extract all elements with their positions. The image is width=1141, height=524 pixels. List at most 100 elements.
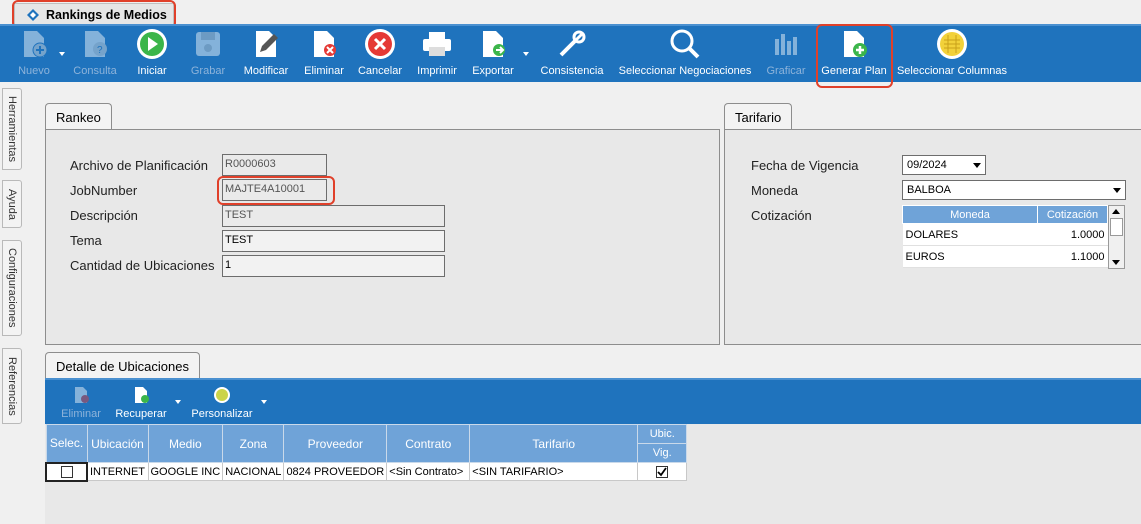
scroll-up-icon[interactable] [1112,209,1120,214]
tab-tarifario[interactable]: Tarifario [724,103,793,130]
cell-ubicacion: INTERNET [86,462,149,481]
table-row[interactable]: INTERNET GOOGLE INC NACIONAL 0824 PROVEE… [45,461,688,482]
tab-detalle-ubicaciones[interactable]: Detalle de Ubicaciones [45,352,200,379]
col-header-contrato[interactable]: Contrato [386,424,471,463]
moneda-label: Moneda [751,183,798,198]
moneda-value: BALBOA [907,184,952,196]
table-row[interactable]: DOLARES 1.0000 [902,223,1108,246]
personalizar-button[interactable]: Personalizar [188,380,256,424]
eliminar-button[interactable]: Eliminar [302,26,346,84]
row-select-cell[interactable] [45,461,88,482]
cell-medio: GOOGLE INC [147,462,224,481]
recuperar-dropdown-caret[interactable] [175,400,181,404]
exportar-button[interactable]: Exportar [468,26,518,84]
app-logo-icon [27,9,39,21]
tab-rankeo-label: Rankeo [56,110,101,125]
scroll-thumb[interactable] [1110,218,1123,236]
rankeo-panel: Archivo de Planificación R0000603 JobNum… [45,129,720,345]
query-document-icon: ? [85,31,107,57]
side-tab-referencias[interactable]: Referencias [2,348,22,424]
cell-ubic-vig[interactable] [637,462,688,481]
add-document-icon [844,31,867,57]
detalle-eliminar-label: Eliminar [61,408,101,420]
generar-plan-button[interactable]: Generar Plan [818,26,890,84]
ubic-vig-checkbox[interactable] [656,465,669,478]
nuevo-button[interactable]: Nuevo [14,26,54,84]
col-header-zona[interactable]: Zona [222,424,285,463]
cot-header-moneda[interactable]: Moneda [902,205,1038,224]
jobnumber-field[interactable]: MAJTE4A10001 [222,179,327,201]
descripcion-label: Descripción [70,208,138,223]
play-icon [137,29,167,59]
side-tab-configuraciones[interactable]: Configuraciones [2,240,22,336]
cantidad-label: Cantidad de Ubicaciones [70,258,215,273]
cot-header-cotizacion[interactable]: Cotización [1037,205,1108,224]
col-header-selec[interactable]: Selec. [45,424,88,463]
col-header-medio[interactable]: Medio [147,424,224,463]
archivo-label: Archivo de Planificación [70,158,209,173]
col-header-tarifario[interactable]: Tarifario [469,424,639,463]
window-tab-title: Rankings de Medios [46,8,167,22]
cell-tarifario: <SIN TARIFARIO> [469,462,639,481]
side-tab-label: Herramientas [6,95,18,163]
eliminar-label: Eliminar [304,65,344,77]
edit-pencil-icon [256,31,278,57]
app-window: Rankings de Medios Nuevo ? Consulta Inic… [0,0,1141,524]
side-tab-herramientas[interactable]: Herramientas [2,88,22,170]
printer-icon [423,32,451,56]
nuevo-dropdown-caret[interactable] [59,52,65,56]
magnifier-icon [670,29,700,59]
cotizacion-label: Cotización [751,208,812,223]
archivo-field[interactable]: R0000603 [222,154,327,176]
side-tab-label: Configuraciones [6,248,18,328]
cancelar-button[interactable]: Cancelar [356,26,404,84]
detalle-eliminar-button[interactable]: Eliminar [59,380,103,424]
iniciar-button[interactable]: Iniciar [132,26,172,84]
personalizar-dropdown-caret[interactable] [261,400,267,404]
side-tab-label: Ayuda [6,188,18,220]
consistencia-button[interactable]: Consistencia [538,26,606,84]
col-header-ubic[interactable]: Ubic. [637,424,688,444]
row-select-checkbox[interactable] [60,465,73,478]
side-tab-ayuda[interactable]: Ayuda [2,180,22,228]
seleccionar-columnas-button[interactable]: Seleccionar Columnas [897,26,1007,84]
cell-proveedor: 0824 PROVEEDOR [283,462,388,481]
delete-document-icon [75,387,89,403]
bar-chart-icon [775,34,797,55]
graficar-button[interactable]: Graficar [763,26,809,84]
scroll-down-icon[interactable] [1112,260,1120,265]
imprimir-button[interactable]: Imprimir [414,26,460,84]
fecha-vigencia-select[interactable]: 09/2024 [902,155,986,175]
tarifario-panel: Fecha de Vigencia 09/2024 Moneda BALBOA … [724,129,1141,345]
cell-zona: NACIONAL [222,462,285,481]
customize-icon [214,387,230,403]
recover-document-icon [135,387,149,403]
moneda-select[interactable]: BALBOA [902,180,1126,200]
new-document-icon [24,31,48,58]
modificar-label: Modificar [243,65,289,77]
exportar-label: Exportar [472,65,514,77]
tab-detalle-label: Detalle de Ubicaciones [56,359,189,374]
cantidad-field[interactable]: 1 [222,255,445,277]
recuperar-button[interactable]: Recuperar [111,380,171,424]
col-header-vig[interactable]: Vig. [637,443,688,463]
cotizacion-scrollbar[interactable] [1108,205,1125,269]
modificar-button[interactable]: Modificar [240,26,292,84]
table-row[interactable]: EUROS 1.1000 [902,245,1108,268]
seleccionar-negociaciones-button[interactable]: Seleccionar Negociaciones [615,26,755,84]
tema-field[interactable]: TEST [222,230,445,252]
exportar-dropdown-caret[interactable] [523,52,529,56]
tema-label: Tema [70,233,102,248]
consulta-button[interactable]: ? Consulta [70,26,120,84]
tab-rankeo[interactable]: Rankeo [45,103,112,130]
save-disk-icon [196,32,220,56]
cot-cell-moneda: EUROS [902,245,1038,268]
grabar-button[interactable]: Grabar [188,26,228,84]
jobnumber-label: JobNumber [70,183,138,198]
descripcion-field[interactable]: TEST [222,205,445,227]
col-header-proveedor[interactable]: Proveedor [283,424,388,463]
col-header-ubicacion[interactable]: Ubicación [86,424,149,463]
main-toolbar: Nuevo ? Consulta Iniciar Grabar Modifica… [0,24,1141,82]
cot-cell-moneda: DOLARES [902,223,1038,246]
chevron-down-icon [973,163,981,168]
